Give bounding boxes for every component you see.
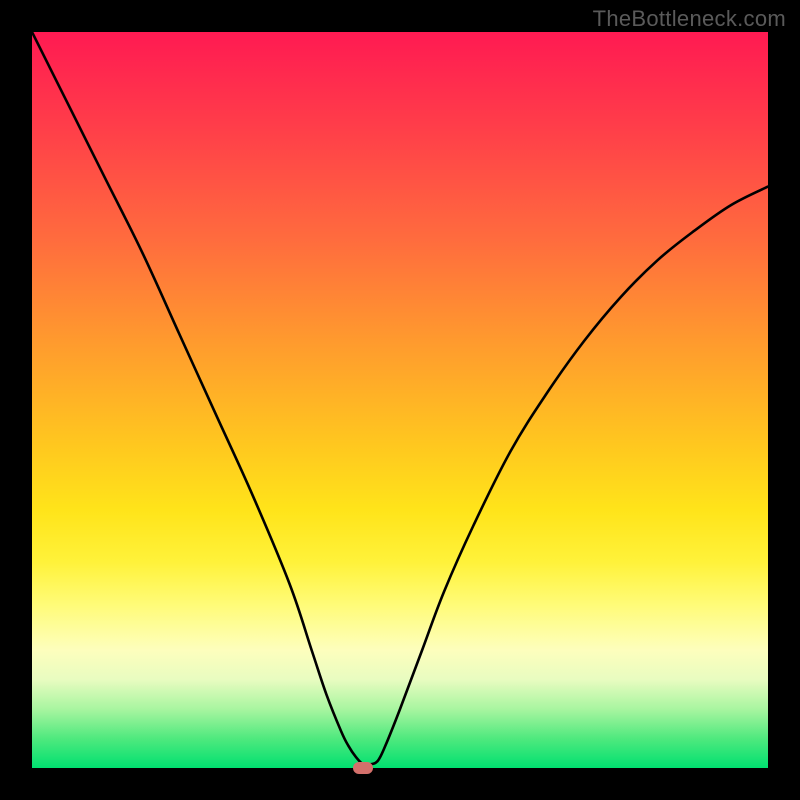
bottleneck-curve <box>32 32 768 768</box>
optimal-marker <box>353 762 373 774</box>
chart-frame: TheBottleneck.com <box>0 0 800 800</box>
watermark-text: TheBottleneck.com <box>593 6 786 32</box>
plot-area <box>32 32 768 768</box>
